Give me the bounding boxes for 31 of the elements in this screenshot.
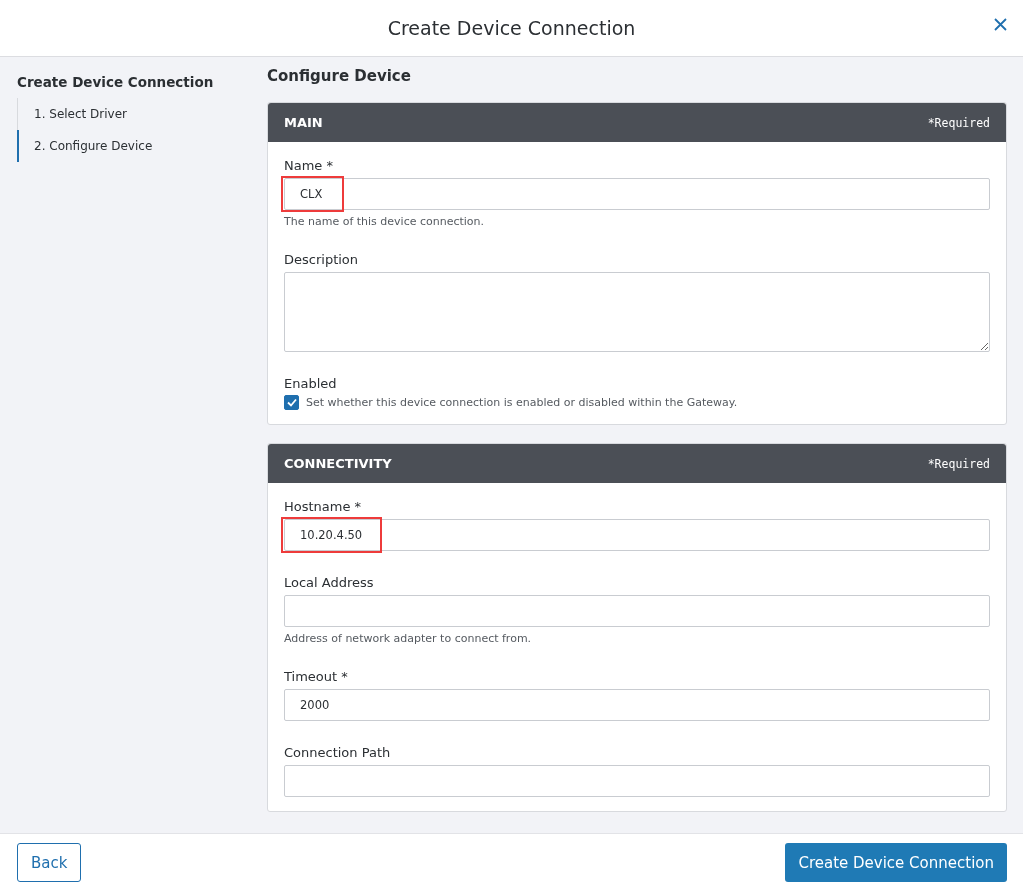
input-field[interactable]: CLX	[284, 178, 990, 210]
create-button[interactable]: Create Device Connection	[785, 843, 1007, 882]
field-label: Local Address	[284, 575, 375, 590]
close-button[interactable]	[994, 18, 1007, 31]
field-label: Connection Path	[284, 745, 392, 760]
wizard-step[interactable]: 1. Select Driver	[17, 98, 250, 130]
sidebar-title: Create Device Connection	[17, 74, 215, 90]
back-button[interactable]: Back	[17, 843, 82, 882]
input-field[interactable]	[284, 765, 990, 797]
close-icon	[994, 18, 1007, 31]
input-field[interactable]: 2000	[284, 689, 990, 721]
textarea-field[interactable]	[284, 272, 990, 352]
help-text: Address of network adapter to connect from.	[284, 632, 533, 645]
field-label: Hostname *	[284, 499, 363, 514]
checkbox[interactable]	[284, 395, 299, 410]
field-label: Name *	[284, 158, 334, 173]
help-text: The name of this device connection.	[284, 215, 486, 228]
wizard-step[interactable]: 2. Configure Device	[17, 130, 250, 162]
field-label: Timeout *	[284, 669, 349, 684]
checkbox-label: Set whether this device connection is enabled or disabled within the Gateway.	[306, 396, 738, 409]
section-title: MAIN	[284, 115, 323, 130]
field-label: Enabled	[284, 376, 338, 391]
required-note: *Required	[927, 456, 990, 471]
required-note: *Required	[927, 115, 990, 130]
input-field[interactable]: 10.20.4.50	[284, 519, 990, 551]
field-label: Description	[284, 252, 360, 267]
input-field[interactable]	[284, 595, 990, 627]
check-icon	[286, 398, 297, 407]
page-title: Configure Device	[267, 67, 412, 85]
section-title: CONNECTIVITY	[284, 456, 392, 471]
window-title: Create Device Connection	[387, 17, 636, 39]
